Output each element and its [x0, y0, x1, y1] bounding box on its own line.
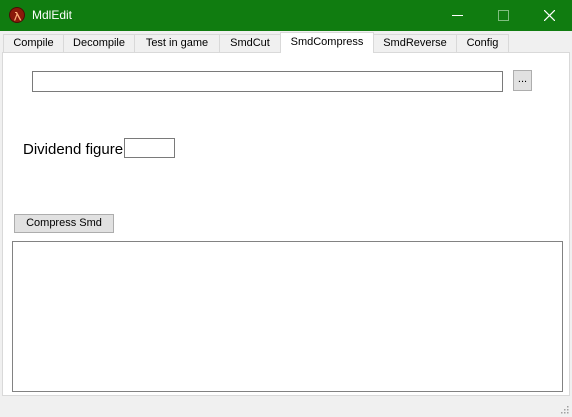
- compress-smd-button[interactable]: Compress Smd: [14, 214, 114, 233]
- tab-strip: Compile Decompile Test in game SmdCut Sm…: [0, 31, 572, 53]
- tab-test-in-game[interactable]: Test in game: [134, 34, 220, 53]
- close-icon: [544, 10, 555, 21]
- resize-grip-icon[interactable]: [559, 404, 569, 414]
- tab-compile[interactable]: Compile: [3, 34, 64, 53]
- tab-config[interactable]: Config: [456, 34, 509, 53]
- tab-decompile[interactable]: Decompile: [63, 34, 135, 53]
- dividend-figure-input[interactable]: [124, 138, 175, 158]
- maximize-icon: [498, 10, 509, 21]
- close-button[interactable]: [526, 0, 572, 31]
- half-life-lambda-icon[interactable]: [9, 7, 25, 23]
- maximize-button[interactable]: [480, 0, 526, 31]
- smd-path-input[interactable]: [32, 71, 503, 92]
- minimize-button[interactable]: [434, 0, 480, 31]
- tab-smdcut[interactable]: SmdCut: [219, 34, 281, 53]
- minimize-icon: [452, 15, 463, 16]
- tab-smdreverse[interactable]: SmdReverse: [373, 34, 457, 53]
- status-bar: [0, 396, 572, 417]
- dividend-figure-label: Dividend figure: [23, 141, 124, 158]
- browse-button[interactable]: ...: [513, 70, 532, 91]
- window-title: MdlEdit: [32, 8, 73, 22]
- title-bar[interactable]: MdlEdit: [0, 0, 572, 31]
- output-log-textarea[interactable]: [12, 241, 563, 392]
- tab-smdcompress[interactable]: SmdCompress: [280, 32, 374, 53]
